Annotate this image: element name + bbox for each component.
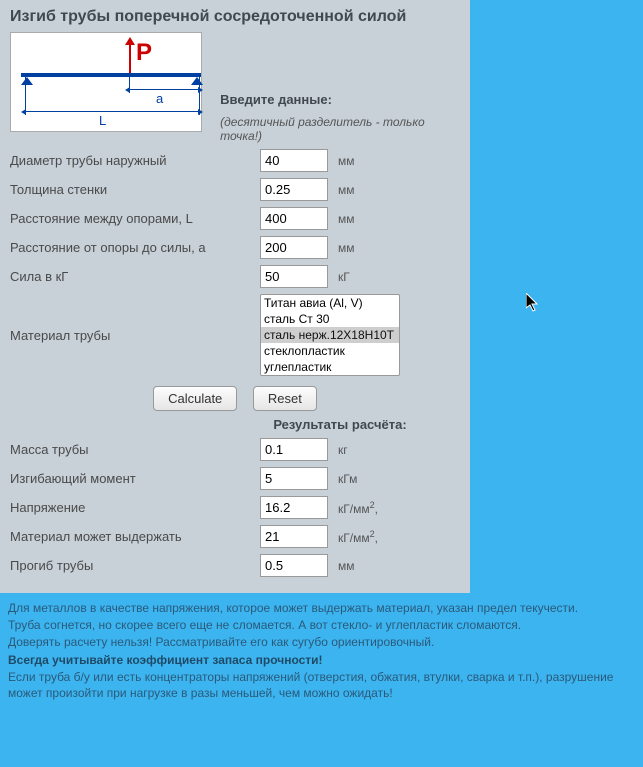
note-line-1: Для металлов в качестве напряжения, кото… — [8, 600, 622, 616]
dim-l-icon — [25, 111, 199, 112]
input-dist-a[interactable] — [260, 236, 328, 259]
row-mass: Масса трубы кг — [10, 438, 460, 461]
diagram-p-label: P — [136, 39, 152, 67]
row-diameter: Диаметр трубы наружный мм — [10, 149, 460, 172]
row-stress: Напряжение кГ/мм2, — [10, 496, 460, 519]
output-deflection[interactable] — [260, 554, 328, 577]
unit-mass: кг — [338, 443, 348, 457]
label-span: Расстояние между опорами, L — [10, 211, 260, 226]
label-material: Материал трубы — [10, 328, 260, 343]
unit-moment: кГм — [338, 472, 357, 486]
diagram-l-label: L — [99, 113, 106, 128]
output-capacity[interactable] — [260, 525, 328, 548]
row-thickness: Толщина стенки мм — [10, 178, 460, 201]
row-moment: Изгибающий момент кГм — [10, 467, 460, 490]
input-thickness[interactable] — [260, 178, 328, 201]
label-stress: Напряжение — [10, 500, 260, 515]
force-arrow-icon — [129, 43, 131, 73]
row-dist-a: Расстояние от опоры до силы, а мм — [10, 236, 460, 259]
intro-column: Введите данные: (десятичный разделитель … — [202, 32, 460, 143]
unit-dist-a: мм — [338, 241, 355, 255]
cursor-icon — [526, 293, 542, 318]
results-heading: Результаты расчёта: — [240, 417, 440, 432]
select-material[interactable]: Титан авиа (Al, V)сталь Ст 30сталь нерж.… — [260, 294, 400, 376]
beam-diagram: P a L — [10, 32, 202, 132]
label-mass: Масса трубы — [10, 442, 260, 457]
unit-force: кГ — [338, 270, 350, 284]
unit-capacity: кГ/мм2, — [338, 529, 378, 545]
row-force: Сила в кГ кГ — [10, 265, 460, 288]
label-capacity: Материал может выдержать — [10, 529, 260, 544]
note-line-5: Если труба б/у или есть концентраторы на… — [8, 669, 622, 701]
input-diameter[interactable] — [260, 149, 328, 172]
beam-icon — [21, 73, 201, 77]
reset-button[interactable]: Reset — [253, 386, 317, 411]
support-left-icon — [21, 77, 33, 85]
top-row: P a L Введите данные: (десятичный раздел… — [10, 32, 460, 143]
output-stress[interactable] — [260, 496, 328, 519]
unit-diameter: мм — [338, 154, 355, 168]
dim-a-icon — [129, 89, 199, 90]
calculator-panel: Изгиб трубы поперечной сосредоточенной с… — [0, 0, 470, 593]
output-moment[interactable] — [260, 467, 328, 490]
label-diameter: Диаметр трубы наружный — [10, 153, 260, 168]
label-dist-a: Расстояние от опоры до силы, а — [10, 240, 260, 255]
note-line-4: Всегда учитывайте коэффициент запаса про… — [8, 652, 622, 668]
input-span[interactable] — [260, 207, 328, 230]
row-deflection: Прогиб трубы мм — [10, 554, 460, 577]
label-deflection: Прогиб трубы — [10, 558, 260, 573]
row-material: Материал трубы Титан авиа (Al, V)сталь С… — [10, 294, 460, 376]
note-line-2: Труба согнется, но скорее всего еще не с… — [8, 617, 622, 633]
intro-note: (десятичный разделитель - только точка!) — [220, 115, 460, 143]
note-line-3: Доверять расчету нельзя! Рассматривайте … — [8, 634, 622, 650]
page-title: Изгиб трубы поперечной сосредоточенной с… — [10, 8, 460, 26]
unit-deflection: мм — [338, 559, 355, 573]
unit-stress: кГ/мм2, — [338, 500, 378, 516]
unit-span: мм — [338, 212, 355, 226]
row-span: Расстояние между опорами, L мм — [10, 207, 460, 230]
support-right-icon — [191, 77, 203, 85]
intro-heading: Введите данные: — [220, 92, 460, 107]
label-force: Сила в кГ — [10, 269, 260, 284]
unit-thickness: мм — [338, 183, 355, 197]
button-row: Calculate Reset — [10, 386, 460, 411]
calculate-button[interactable]: Calculate — [153, 386, 237, 411]
diagram-a-label: a — [156, 91, 163, 106]
output-mass[interactable] — [260, 438, 328, 461]
label-thickness: Толщина стенки — [10, 182, 260, 197]
label-moment: Изгибающий момент — [10, 471, 260, 486]
input-force[interactable] — [260, 265, 328, 288]
footer-notes: Для металлов в качестве напряжения, кото… — [0, 593, 630, 712]
row-capacity: Материал может выдержать кГ/мм2, — [10, 525, 460, 548]
